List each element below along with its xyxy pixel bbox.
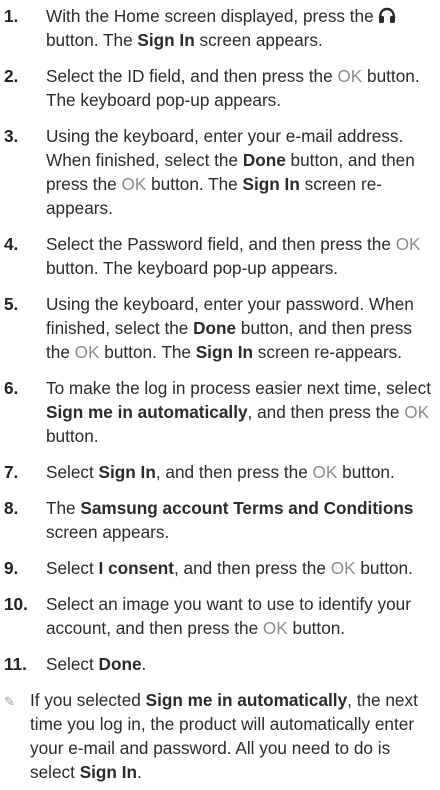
- text-run: , and then press the: [174, 558, 331, 578]
- ui-term: Done: [193, 318, 237, 338]
- step-text: Using the keyboard, enter your password.…: [46, 292, 432, 364]
- text-run: .: [141, 654, 147, 674]
- text-run: .: [136, 762, 142, 782]
- ok-key-label: OK: [121, 174, 147, 194]
- text-run: Select: [46, 558, 99, 578]
- text-run: button. The: [146, 174, 243, 194]
- ui-term: Sign In: [98, 462, 156, 482]
- text-run: button. The: [46, 30, 138, 50]
- step-text: The Samsung account Terms and Conditions…: [46, 496, 432, 544]
- text-run: button.: [355, 558, 413, 578]
- step-item: 3. Using the keyboard, enter your e-mail …: [4, 124, 432, 220]
- ok-key-label: OK: [395, 234, 421, 254]
- step-number: 9.: [4, 558, 19, 578]
- step-number: 8.: [4, 498, 19, 518]
- ok-key-label: OK: [330, 558, 356, 578]
- text-run: screen appears.: [46, 522, 170, 542]
- step-item: 5. Using the keyboard, enter your passwor…: [4, 292, 432, 364]
- step-number: 10.: [4, 594, 28, 614]
- ui-term: Sign In: [79, 762, 137, 782]
- step-text: With the Home screen displayed, press th…: [46, 4, 432, 52]
- text-run: Select the Password field, and then pres…: [46, 234, 396, 254]
- ui-term: Samsung account Terms and Conditions: [80, 498, 414, 518]
- text-run: The: [46, 498, 81, 518]
- text-run: Select the ID field, and then press the: [46, 66, 338, 86]
- step-item: 7. Select Sign In, and then press the OK …: [4, 460, 432, 484]
- ui-term: Done: [98, 654, 142, 674]
- text-run: screen re-appears.: [253, 342, 403, 362]
- step-text: Select Done.: [46, 652, 432, 676]
- text-run: button. The: [99, 342, 196, 362]
- step-number: 6.: [4, 378, 19, 398]
- ui-term: Sign In: [242, 174, 300, 194]
- step-number: 3.: [4, 126, 19, 146]
- text-run: With the Home screen displayed, press th…: [46, 6, 379, 26]
- ok-key-label: OK: [312, 462, 338, 482]
- step-item: 2. Select the ID field, and then press th…: [4, 64, 432, 112]
- ui-term: Sign In: [137, 30, 195, 50]
- step-text: Select Sign In, and then press the OK bu…: [46, 460, 432, 484]
- text-run: If you selected: [30, 690, 146, 710]
- text-run: button. The keyboard pop-up appears.: [46, 258, 339, 278]
- ok-key-label: OK: [262, 618, 288, 638]
- headset-icon: [379, 7, 396, 23]
- text-run: Select an image you want to use to ident…: [46, 594, 411, 638]
- ok-key-label: OK: [74, 342, 100, 362]
- text-run: button.: [287, 618, 346, 638]
- text-run: Select: [46, 654, 99, 674]
- text-run: , and then press the: [155, 462, 313, 482]
- step-text: Select an image you want to use to ident…: [46, 592, 432, 640]
- steps-list: 1. With the Home screen displayed, press …: [4, 4, 432, 676]
- step-number: 2.: [4, 66, 19, 86]
- step-number: 11.: [4, 654, 27, 674]
- step-text: Select the Password field, and then pres…: [46, 232, 432, 280]
- step-number: 5.: [4, 294, 19, 314]
- text-run: button.: [337, 462, 395, 482]
- ok-key-label: OK: [337, 66, 363, 86]
- ui-term: Sign me in automatically: [145, 690, 348, 710]
- text-run: Select: [46, 462, 99, 482]
- step-text: Select the ID field, and then press the …: [46, 64, 432, 112]
- step-item: 11. Select Done.: [4, 652, 432, 676]
- step-text: Using the keyboard, enter your e-mail ad…: [46, 124, 432, 220]
- text-run: screen appears.: [194, 30, 323, 50]
- step-item: 8. The Samsung account Terms and Conditio…: [4, 496, 432, 544]
- step-number: 7.: [4, 462, 19, 482]
- note-text: If you selected Sign me in automatically…: [30, 688, 432, 784]
- text-run: , and then press the: [247, 402, 405, 422]
- ui-term: Done: [242, 150, 286, 170]
- step-item: 6. To make the log in process easier next…: [4, 376, 432, 448]
- step-item: 4. Select the Password field, and then pr…: [4, 232, 432, 280]
- text-run: To make the log in process easier next t…: [46, 378, 431, 398]
- step-item: 10. Select an image you want to use to id…: [4, 592, 432, 640]
- text-run: button.: [46, 426, 99, 446]
- ui-term: Sign me in automatically: [46, 402, 248, 422]
- step-number: 1.: [4, 6, 19, 26]
- note: ✎ If you selected Sign me in automatical…: [4, 688, 432, 784]
- instruction-page: 1. With the Home screen displayed, press …: [0, 0, 440, 790]
- pencil-note-icon: ✎: [4, 694, 15, 709]
- ok-key-label: OK: [404, 402, 430, 422]
- step-number: 4.: [4, 234, 19, 254]
- step-item: 9. Select I consent, and then press the O…: [4, 556, 432, 580]
- step-text: To make the log in process easier next t…: [46, 376, 432, 448]
- step-item: 1. With the Home screen displayed, press …: [4, 4, 432, 52]
- ui-term: Sign In: [195, 342, 254, 362]
- ui-term: I consent: [98, 558, 174, 578]
- step-text: Select I consent, and then press the OK …: [46, 556, 432, 580]
